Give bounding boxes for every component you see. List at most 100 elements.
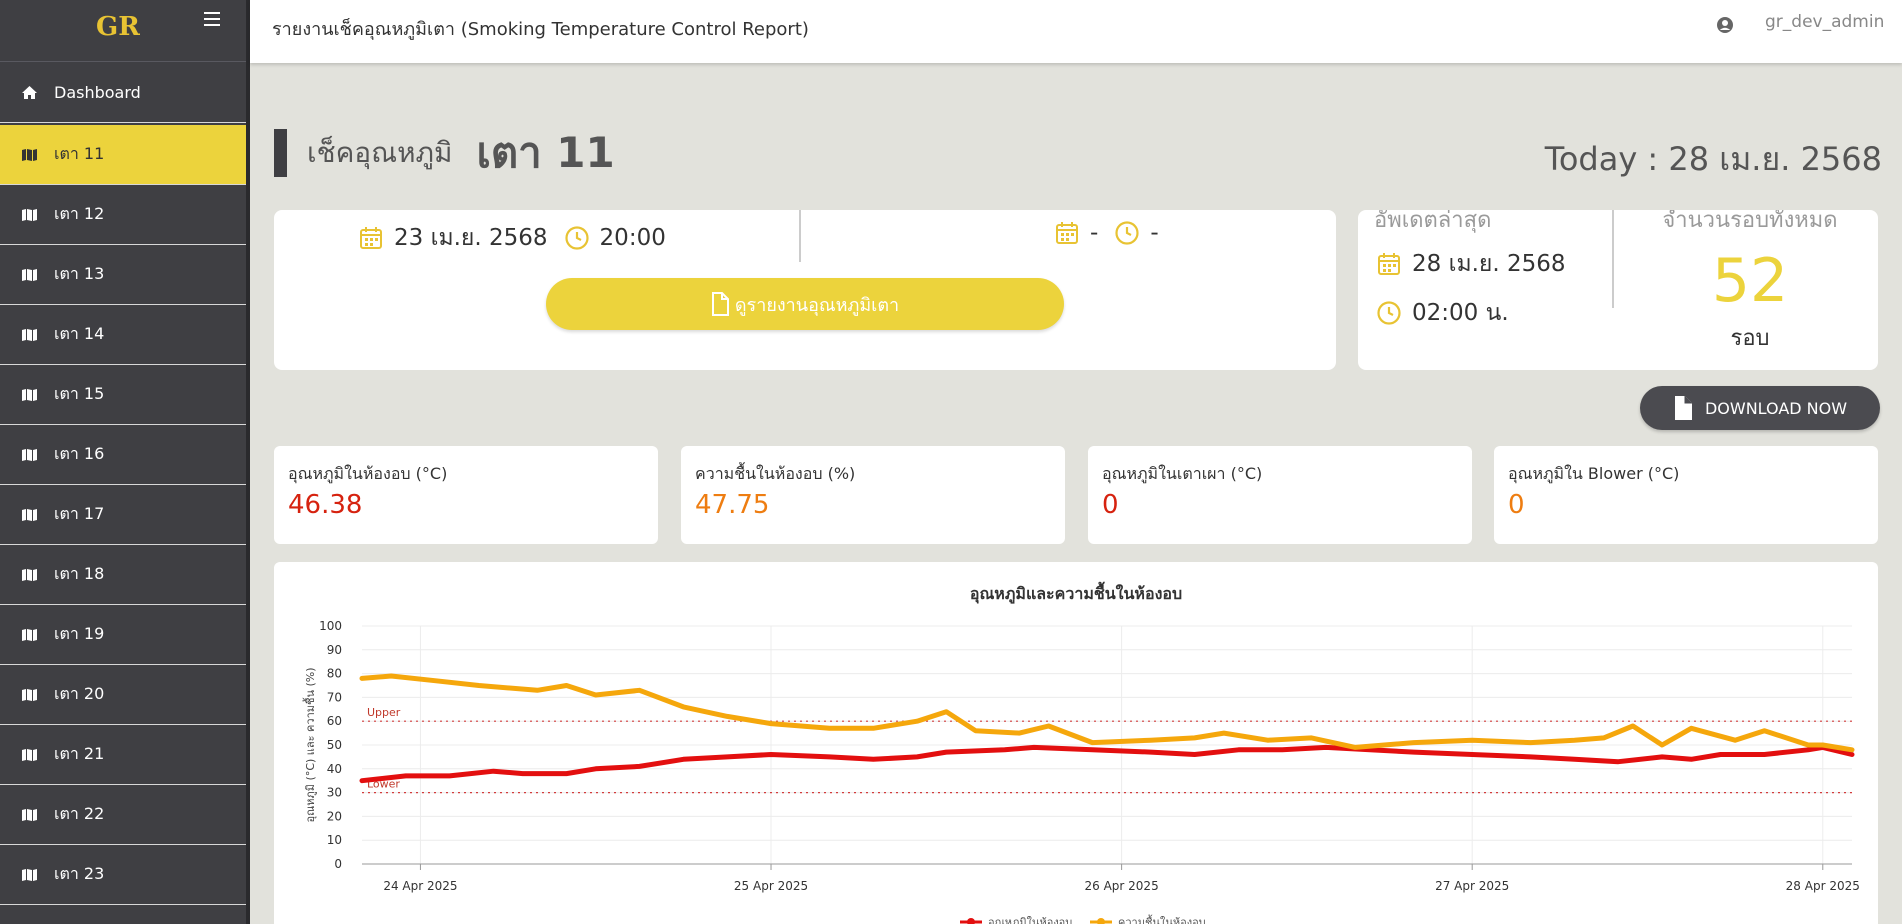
sidebar-item-label: เตา 17 (54, 504, 105, 523)
stat-label: อุณหภูมิใน Blower (°C) (1508, 464, 1680, 483)
sidebar-item-oven[interactable]: เตา 15 (0, 365, 250, 425)
sidebar-item-label: เตา 16 (54, 444, 105, 463)
sidebar-item-label: เตา 12 (54, 204, 105, 223)
y-tick-label: 60 (327, 714, 342, 728)
stat-card-furnace-temp: อุณหภูมิในเตาเผา (°C) 0 (1088, 446, 1472, 544)
logo[interactable]: GR (96, 12, 140, 42)
stat-value: 47.75 (695, 490, 770, 520)
last-update-date-row: 28 เม.ย. 2568 (1376, 246, 1566, 282)
legend-marker (967, 918, 975, 924)
sidebar-item-oven[interactable]: เตา 20 (0, 665, 250, 725)
download-button[interactable]: DOWNLOAD NOW (1640, 386, 1880, 430)
sidebar: GR Dashboard เตา 11 เตา 12 เตา 13 เตา 14 เตา… (0, 0, 250, 924)
sidebar-item-oven[interactable]: เตา 22 (0, 785, 250, 845)
y-tick-label: 40 (327, 762, 342, 776)
sidebar-item-oven[interactable]: เตา 11 (0, 125, 250, 185)
sidebar-item-label: เตา 19 (54, 624, 105, 643)
y-tick-label: 0 (334, 857, 342, 871)
divider (1612, 210, 1614, 308)
oven-nav-list: เตา 11 เตา 12 เตา 13 เตา 14 เตา 15 เตา 16 เตา … (0, 125, 250, 905)
stat-card-room-temp: อุณหภูมิในห้องอบ (°C) 46.38 (274, 446, 658, 544)
y-tick-label: 20 (327, 809, 342, 823)
sidebar-item-oven[interactable]: เตา 19 (0, 605, 250, 665)
map-icon (20, 207, 38, 223)
sidebar-item-label: Dashboard (54, 82, 141, 102)
report-title: รายงานเช็คอุณหภูมิเตา (Smoking Temperatu… (272, 19, 809, 40)
end-date: - (1090, 220, 1099, 246)
sidebar-item-label: เตา 15 (54, 384, 105, 403)
line-chart: 0 10 20 30 40 50 60 70 80 90 100 24 Apr 2025 25 Apr … (302, 619, 1860, 924)
stat-label: ความชื้นในห้องอบ (%) (695, 464, 856, 483)
sidebar-item-oven[interactable]: เตา 21 (0, 725, 250, 785)
cycle-unit: รอบ (1730, 326, 1770, 351)
start-time: 20:00 (599, 225, 666, 251)
map-icon (20, 447, 38, 463)
y-tick-label: 90 (327, 643, 342, 657)
map-icon (20, 747, 38, 763)
last-update-time-row: 02:00 น. (1376, 295, 1509, 331)
map-icon (20, 687, 38, 703)
map-icon (20, 867, 38, 883)
sidebar-scrollbar[interactable] (246, 0, 250, 924)
sidebar-item-oven[interactable]: เตา 18 (0, 545, 250, 605)
top-bar: รายงานเช็คอุณหภูมิเตา (Smoking Temperatu… (250, 0, 1902, 63)
view-report-button[interactable]: ดูรายงานอุณหภูมิเตา (546, 278, 1064, 330)
cycle-total-label: จำนวนรอบทั้งหมด (1662, 210, 1838, 233)
calendar-icon (1376, 251, 1402, 277)
y-tick-label: 10 (327, 833, 342, 847)
chart-card: อุณหภูมิและความชื้นในห้องอบ 0 10 20 30 40 50 6… (274, 562, 1878, 924)
map-icon (20, 567, 38, 583)
brand-area: GR (0, 0, 250, 62)
calendar-icon (358, 225, 384, 251)
menu-toggle-icon[interactable] (204, 12, 220, 26)
home-icon (20, 84, 38, 100)
end-time: - (1150, 220, 1159, 246)
x-tick-label: 26 Apr 2025 (1085, 879, 1159, 893)
map-icon (20, 507, 38, 523)
sidebar-item-label: เตา 23 (54, 864, 105, 883)
start-datetime: 23 เม.ย. 2568 20:00 (358, 220, 666, 256)
sidebar-item-label: เตา 18 (54, 564, 105, 583)
download-label: DOWNLOAD NOW (1704, 398, 1848, 418)
sidebar-item-dashboard[interactable]: Dashboard (0, 62, 250, 123)
stat-value: 0 (1508, 490, 1525, 520)
series-line (359, 744, 1855, 784)
end-datetime: - - (1054, 220, 1159, 246)
username[interactable]: gr_dev_admin (1765, 12, 1884, 32)
last-update-card: อัพเดตล่าสุด 28 เม.ย. 2568 02:00 น. จำนว… (1358, 210, 1878, 370)
legend-marker (1097, 918, 1105, 924)
sidebar-item-oven[interactable]: เตา 14 (0, 305, 250, 365)
cycle-total-count: 52 (1711, 246, 1789, 316)
map-icon (20, 327, 38, 343)
sidebar-item-oven[interactable]: เตา 17 (0, 485, 250, 545)
view-report-label: ดูรายงานอุณหภูมิเตา (734, 294, 900, 316)
sidebar-item-oven[interactable]: เตา 16 (0, 425, 250, 485)
sidebar-item-label: เตา 21 (54, 744, 105, 763)
x-tick-label: 27 Apr 2025 (1435, 879, 1509, 893)
divider (799, 210, 801, 262)
stat-card-blower-temp: อุณหภูมิใน Blower (°C) 0 (1494, 446, 1878, 544)
last-update-time: 02:00 น. (1412, 300, 1509, 326)
legend-label: อุณหภูมิในห้องอบ (988, 916, 1072, 924)
map-icon (20, 387, 38, 403)
sidebar-item-oven[interactable]: เตา 13 (0, 245, 250, 305)
y-axis-label: อุณหภูมิ (°C) และ ความชื้น (%) (302, 667, 317, 822)
sidebar-item-label: เตา 14 (54, 324, 105, 343)
sidebar-item-oven[interactable]: เตา 23 (0, 845, 250, 905)
sidebar-item-label: เตา 22 (54, 804, 105, 823)
page-title: เตา 11 (476, 128, 615, 177)
header-accent-bar (274, 129, 287, 177)
last-update-date: 28 เม.ย. 2568 (1412, 251, 1566, 277)
y-tick-label: 80 (327, 667, 342, 681)
last-update-label: อัพเดตล่าสุด (1374, 210, 1492, 233)
file-icon (711, 292, 729, 316)
x-tick-label: 25 Apr 2025 (734, 879, 808, 893)
x-tick-label: 28 Apr 2025 (1786, 879, 1860, 893)
today-date: Today : 28 เม.ย. 2568 (1544, 140, 1882, 178)
user-icon[interactable] (1716, 16, 1734, 34)
sidebar-item-label: เตา 11 (54, 144, 105, 163)
clock-icon (1114, 220, 1140, 246)
page-header: เช็คอุณหภูมิ เตา 11 (274, 128, 615, 178)
sidebar-item-oven[interactable]: เตา 12 (0, 185, 250, 245)
limit-label: Upper (367, 706, 401, 719)
